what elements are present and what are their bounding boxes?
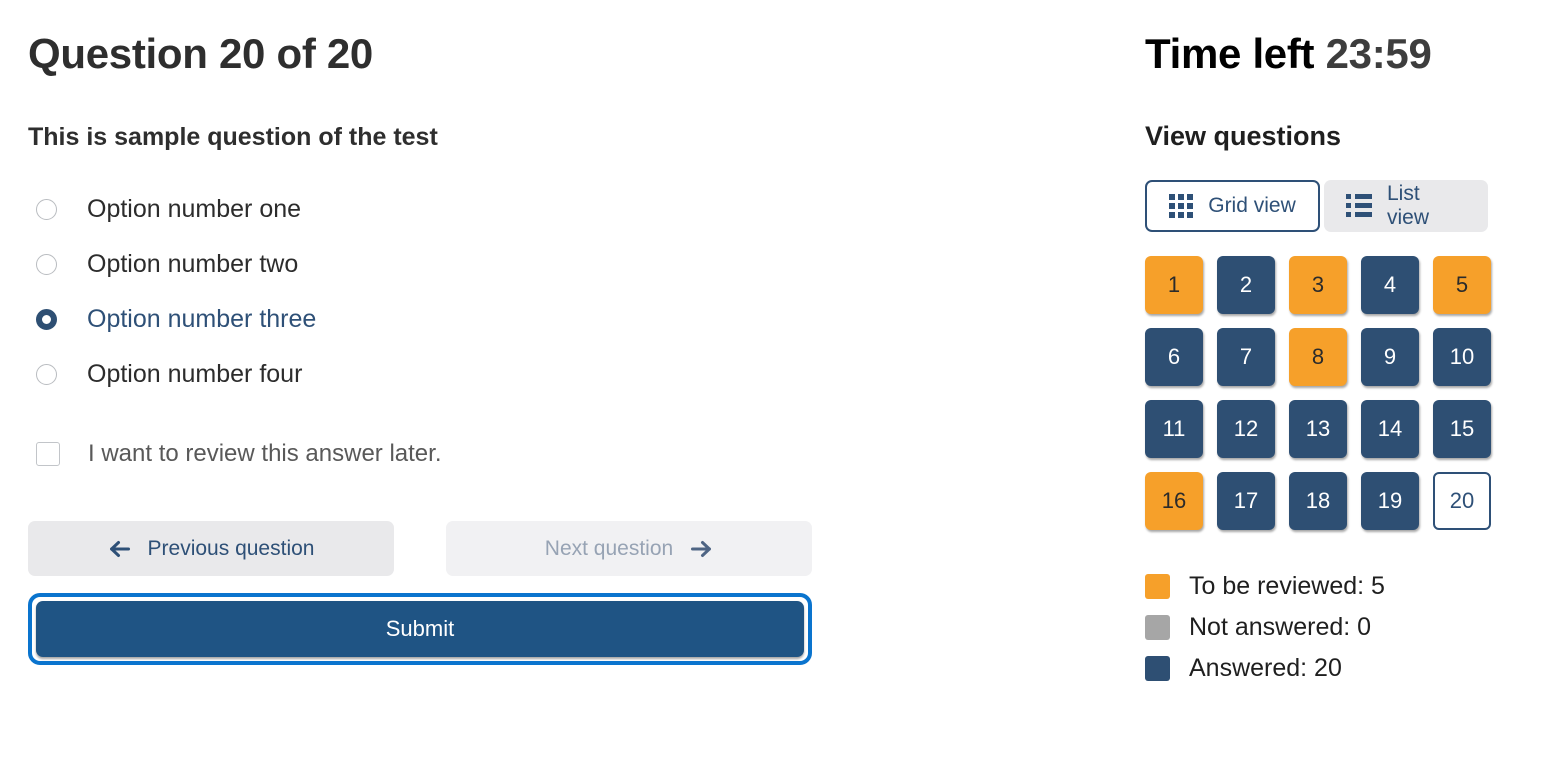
radio-button[interactable] (36, 199, 57, 220)
answer-option-label: Option number two (87, 252, 298, 277)
question-tile-17[interactable]: 17 (1217, 472, 1275, 530)
question-tile-10[interactable]: 10 (1433, 328, 1491, 386)
time-left-label: Time left (1145, 30, 1314, 77)
question-tile-11[interactable]: 11 (1145, 400, 1203, 458)
view-questions-title: View questions (1145, 78, 1545, 152)
question-tile-16[interactable]: 16 (1145, 472, 1203, 530)
status-legend: To be reviewed: 5 Not answered: 0 Answered… (1145, 566, 1545, 689)
review-later-checkbox-row[interactable]: I want to review this answer later. (28, 442, 1108, 466)
question-tile-9[interactable]: 9 (1361, 328, 1419, 386)
list-view-button[interactable]: List view (1324, 180, 1488, 232)
legend-row-1: To be reviewed: 5 (1145, 566, 1545, 607)
review-later-checkbox[interactable] (36, 442, 60, 466)
question-tile-7[interactable]: 7 (1217, 328, 1275, 386)
next-question-button[interactable]: Next question (446, 521, 812, 576)
radio-button[interactable] (36, 254, 57, 275)
question-tile-12[interactable]: 12 (1217, 400, 1275, 458)
question-tile-3[interactable]: 3 (1289, 256, 1347, 314)
question-tile-8[interactable]: 8 (1289, 328, 1347, 386)
question-tile-4[interactable]: 4 (1361, 256, 1419, 314)
legend-swatch (1145, 574, 1170, 599)
question-grid: 1234567891011121314151617181920 (1145, 256, 1545, 530)
question-text: This is sample question of the test (28, 78, 1108, 152)
question-counter: Question 20 of 20 (28, 0, 1108, 78)
question-tile-19[interactable]: 19 (1361, 472, 1419, 530)
legend-swatch (1145, 615, 1170, 640)
legend-row-2: Not answered: 0 (1145, 607, 1545, 648)
radio-button[interactable] (36, 309, 57, 330)
legend-swatch (1145, 656, 1170, 681)
previous-question-label: Previous question (148, 537, 315, 561)
legend-label: Not answered: 0 (1189, 615, 1371, 640)
submit-button[interactable]: Submit (36, 601, 804, 657)
next-question-label: Next question (545, 537, 673, 561)
grid-icon (1169, 194, 1193, 218)
list-view-label: List view (1387, 182, 1466, 230)
question-tile-6[interactable]: 6 (1145, 328, 1203, 386)
previous-question-button[interactable]: Previous question (28, 521, 394, 576)
answer-option-1[interactable]: Option number one (28, 188, 1108, 230)
time-left: Time left 23:59 (1145, 0, 1545, 78)
grid-view-label: Grid view (1208, 194, 1296, 218)
view-toggle: Grid view List view (1145, 180, 1545, 232)
question-panel: Question 20 of 20 This is sample questio… (28, 0, 1108, 665)
quiz-page: Question 20 of 20 This is sample questio… (0, 0, 1554, 775)
question-tile-5[interactable]: 5 (1433, 256, 1491, 314)
quiz-sidebar: Time left 23:59 View questions Grid view… (1145, 0, 1545, 689)
question-tile-20[interactable]: 20 (1433, 472, 1491, 530)
question-tile-2[interactable]: 2 (1217, 256, 1275, 314)
answer-option-4[interactable]: Option number four (28, 353, 1108, 395)
question-tile-13[interactable]: 13 (1289, 400, 1347, 458)
list-icon (1346, 194, 1372, 217)
review-later-label: I want to review this answer later. (88, 442, 441, 466)
arrow-right-icon (689, 539, 713, 559)
legend-label: Answered: 20 (1189, 656, 1342, 681)
answer-option-label: Option number four (87, 362, 302, 387)
question-tile-18[interactable]: 18 (1289, 472, 1347, 530)
question-tile-14[interactable]: 14 (1361, 400, 1419, 458)
answer-options: Option number one Option number two Option… (28, 188, 1108, 395)
legend-row-3: Answered: 20 (1145, 648, 1545, 689)
answer-option-2[interactable]: Option number two (28, 243, 1108, 285)
radio-button[interactable] (36, 364, 57, 385)
answer-option-label: Option number one (87, 197, 301, 222)
grid-view-button[interactable]: Grid view (1145, 180, 1320, 232)
answer-option-label: Option number three (87, 307, 316, 332)
answer-option-3[interactable]: Option number three (28, 298, 1108, 340)
question-tile-1[interactable]: 1 (1145, 256, 1203, 314)
legend-label: To be reviewed: 5 (1189, 574, 1385, 599)
submit-button-focus-ring: Submit (28, 593, 812, 665)
question-tile-15[interactable]: 15 (1433, 400, 1491, 458)
time-left-value: 23:59 (1326, 30, 1432, 77)
navigation-buttons: Previous question Next question (28, 521, 1108, 576)
arrow-left-icon (108, 539, 132, 559)
